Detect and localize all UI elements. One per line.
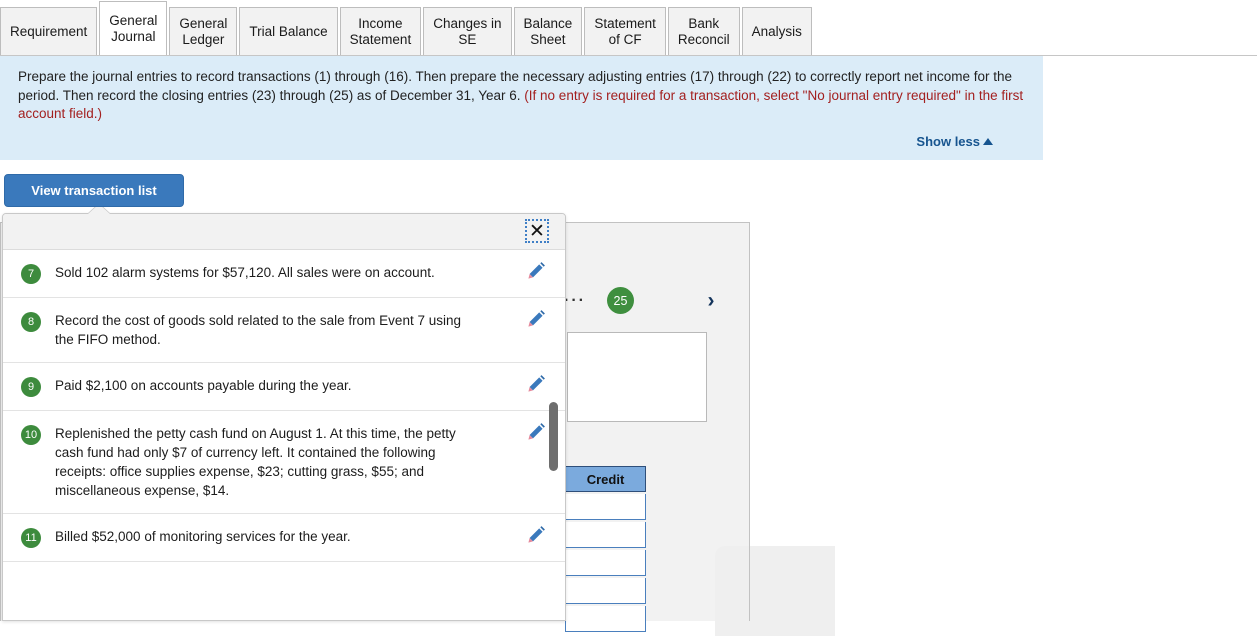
- transaction-description: Sold 102 alarm systems for $57,120. All …: [55, 265, 435, 280]
- show-less-toggle[interactable]: Show less: [916, 134, 993, 149]
- transaction-list-scrollbar[interactable]: [549, 250, 562, 620]
- instruction-text: Prepare the journal entries to record tr…: [18, 68, 1027, 124]
- tab-general-ledger[interactable]: General Ledger: [169, 7, 238, 55]
- tab-analysis[interactable]: Analysis: [741, 7, 812, 55]
- entry-nav-ellipsis: ···: [564, 292, 586, 309]
- transaction-number-badge: 9: [21, 377, 41, 397]
- tab-bank-reconcil[interactable]: Bank Reconcil: [667, 7, 740, 55]
- transaction-description: Paid $2,100 on accounts payable during t…: [55, 378, 352, 393]
- transaction-number-badge: 10: [21, 425, 41, 445]
- scrollbar-thumb[interactable]: [549, 402, 558, 471]
- transaction-row[interactable]: 10 Replenished the petty cash fund on Aug…: [3, 411, 565, 514]
- transaction-number-badge: 8: [21, 312, 41, 332]
- chevron-up-icon: [983, 137, 993, 145]
- transaction-row[interactable]: 11 Billed $52,000 of monitoring services …: [3, 514, 565, 562]
- transaction-row[interactable]: 7 Sold 102 alarm systems for $57,120. All…: [3, 250, 565, 298]
- tab-changes-in-se[interactable]: Changes in SE: [423, 7, 512, 55]
- tab-trial-balance[interactable]: Trial Balance: [239, 7, 338, 55]
- journal-panel-edge: [749, 222, 750, 621]
- tab-bar: Requirement General Journal General Ledger…: [0, 0, 1257, 56]
- transaction-description: Replenished the petty cash fund on Augus…: [55, 426, 456, 498]
- show-less-label: Show less: [916, 133, 980, 149]
- view-transaction-list-button[interactable]: View transaction list: [4, 174, 184, 207]
- popover-header: ✕: [3, 214, 565, 250]
- pencil-icon[interactable]: [525, 423, 545, 443]
- instruction-banner: Prepare the journal entries to record tr…: [0, 56, 1043, 160]
- transaction-row[interactable]: 8 Record the cost of goods sold related t…: [3, 298, 565, 363]
- next-entry-chevron-right-icon[interactable]: ›: [700, 288, 722, 314]
- transaction-number-badge: 11: [21, 528, 41, 548]
- transaction-number-badge: 7: [21, 264, 41, 284]
- pencil-icon[interactable]: [525, 262, 545, 282]
- transaction-description: Billed $52,000 of monitoring services fo…: [55, 529, 351, 544]
- pencil-icon[interactable]: [525, 310, 545, 330]
- tab-requirement[interactable]: Requirement: [0, 7, 98, 55]
- transaction-row[interactable]: 9 Paid $2,100 on accounts payable during …: [3, 363, 565, 411]
- transaction-description: Record the cost of goods sold related to…: [55, 313, 461, 347]
- transaction-list-popover: ✕ 7 Sold 102 alarm systems for $57,120. A…: [2, 213, 566, 621]
- credit-cell[interactable]: [565, 522, 646, 548]
- credit-cell[interactable]: [565, 606, 646, 632]
- entry-number-badge[interactable]: 25: [607, 287, 634, 314]
- show-less-row: Show less: [18, 133, 1027, 151]
- tab-statement-of-cf[interactable]: Statement of CF: [584, 7, 666, 55]
- tab-balance-sheet[interactable]: Balance Sheet: [513, 7, 583, 55]
- transaction-list[interactable]: 7 Sold 102 alarm systems for $57,120. All…: [3, 250, 565, 620]
- journal-note-box[interactable]: [567, 332, 707, 422]
- close-icon[interactable]: ✕: [525, 219, 549, 243]
- journal-secondary-panel: [715, 546, 835, 636]
- tab-income-statement[interactable]: Income Statement: [339, 7, 422, 55]
- credit-column-header: Credit: [565, 466, 646, 492]
- credit-cell[interactable]: [565, 578, 646, 604]
- credit-cell[interactable]: [565, 494, 646, 520]
- pencil-icon[interactable]: [525, 375, 545, 395]
- pencil-icon[interactable]: [525, 526, 545, 546]
- credit-column: Credit: [565, 466, 646, 632]
- tab-general-journal[interactable]: General Journal: [99, 1, 168, 55]
- credit-cell[interactable]: [565, 550, 646, 576]
